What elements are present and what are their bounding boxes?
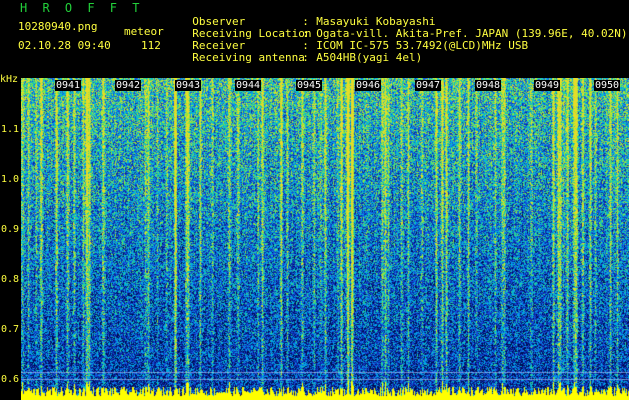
- x-tick-label: 0946: [355, 80, 382, 91]
- y-tick-label: 0.8: [1, 274, 20, 285]
- meteor-count: 112: [141, 39, 161, 52]
- x-tick-label: 0950: [594, 80, 621, 91]
- y-tick-label: 1.1: [1, 124, 20, 135]
- spectrogram: [21, 78, 629, 400]
- x-tick-label: 0942: [115, 80, 142, 91]
- datetime: 02.10.28 09:40: [18, 39, 111, 52]
- y-axis-unit: kHz: [0, 74, 19, 85]
- x-tick-label: 0949: [534, 80, 561, 91]
- filename: 10280940.png: [18, 20, 98, 33]
- x-tick-label: 0944: [235, 80, 262, 91]
- meteor-label: meteor: [124, 25, 164, 38]
- spectrogram-panel: [0, 78, 629, 400]
- info-colon: :: [302, 51, 309, 64]
- info-value: A504HB(yagi 4el): [316, 51, 423, 64]
- info-antenna: Receiving antenna: A504HB(yagi 4el): [179, 40, 422, 64]
- y-tick-label: 0.6: [1, 374, 20, 385]
- x-tick-label: 0945: [296, 80, 323, 91]
- info-key: Receiving antenna: [192, 51, 305, 64]
- app-title: H R O F F T: [20, 1, 144, 15]
- y-tick-label: 0.9: [1, 224, 20, 235]
- x-tick-label: 0943: [175, 80, 202, 91]
- x-tick-label: 0941: [55, 80, 82, 91]
- y-tick-label: 0.7: [1, 324, 20, 335]
- y-tick-label: 1.0: [1, 174, 20, 185]
- x-tick-label: 0948: [475, 80, 502, 91]
- x-tick-label: 0947: [415, 80, 442, 91]
